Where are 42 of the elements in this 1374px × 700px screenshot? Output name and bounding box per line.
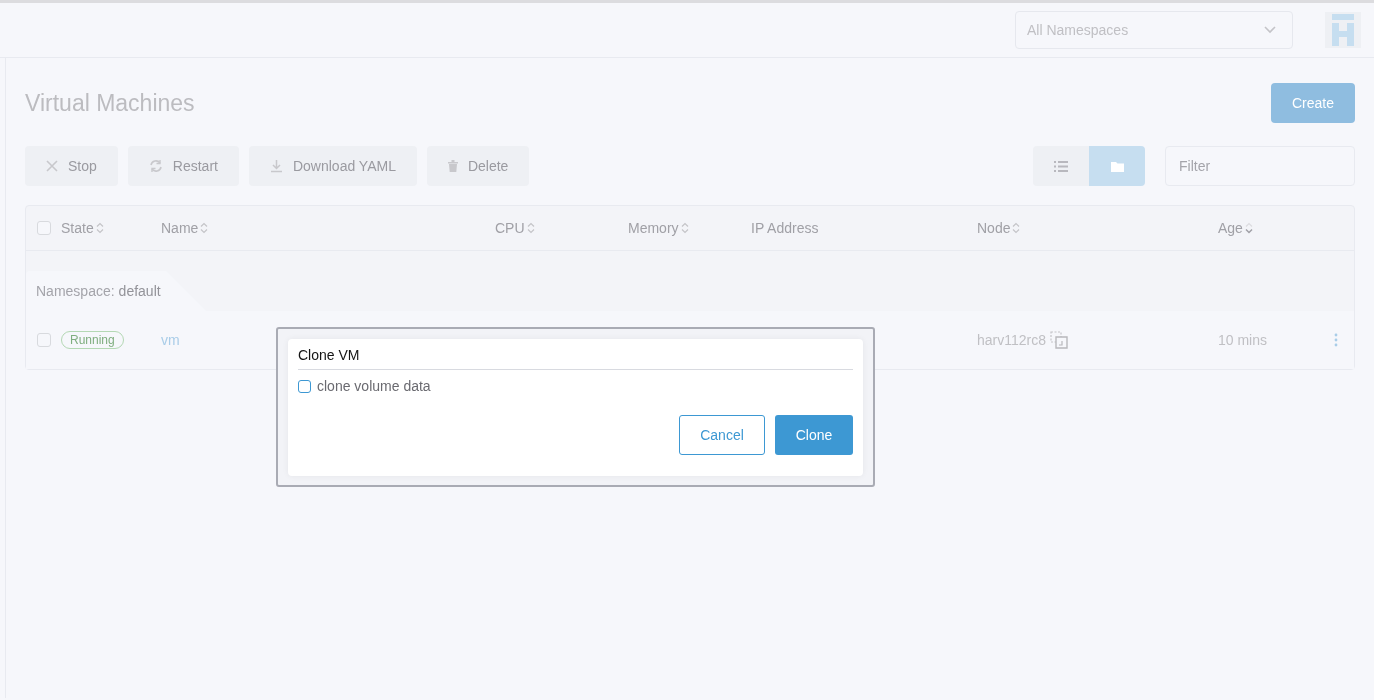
checkbox[interactable] bbox=[298, 379, 311, 393]
close-icon bbox=[46, 160, 58, 172]
view-toggle[interactable] bbox=[1089, 146, 1145, 186]
column-header[interactable]: Age bbox=[1218, 220, 1253, 236]
sort-icon bbox=[1012, 222, 1021, 234]
more-icon[interactable] bbox=[1334, 333, 1338, 347]
logo-icon[interactable] bbox=[1325, 12, 1361, 48]
trash-icon bbox=[447, 160, 458, 172]
create-button[interactable]: Create bbox=[1271, 83, 1355, 123]
sort-icon bbox=[200, 222, 209, 234]
copy-icon[interactable] bbox=[1050, 331, 1068, 349]
row-checkbox[interactable] bbox=[37, 333, 51, 347]
checkbox-label[interactable]: clone volume data bbox=[317, 378, 431, 394]
column-header[interactable]: Node bbox=[977, 220, 1021, 236]
group-name: default bbox=[118, 283, 161, 299]
sort-icon bbox=[95, 222, 104, 234]
clone-button[interactable]: Clone bbox=[775, 415, 853, 455]
sort-desc-icon bbox=[1244, 222, 1253, 234]
list-icon bbox=[1054, 160, 1068, 172]
filter-field[interactable]: Filter bbox=[1165, 146, 1355, 186]
download-icon bbox=[269, 159, 283, 173]
cancel-button[interactable]: Cancel bbox=[679, 415, 765, 455]
select-all-checkbox[interactable] bbox=[37, 221, 51, 235]
refresh-icon bbox=[148, 159, 163, 173]
sort-icon bbox=[526, 222, 535, 234]
column-header[interactable]: Memory bbox=[628, 220, 689, 236]
chevron-down-icon bbox=[1264, 26, 1276, 34]
action-button[interactable]: Download YAML bbox=[248, 146, 417, 186]
dialog-title: Clone VM bbox=[298, 347, 853, 370]
column-header[interactable]: CPU bbox=[495, 220, 535, 236]
view-toggle[interactable] bbox=[1033, 146, 1089, 186]
sort-icon bbox=[680, 222, 689, 234]
action-button[interactable]: Delete bbox=[426, 146, 530, 186]
vm-link[interactable]: vm bbox=[161, 332, 180, 348]
column-header[interactable]: IP Address bbox=[751, 220, 819, 236]
page-title: Virtual Machines bbox=[25, 89, 195, 117]
group-label: Namespace: bbox=[36, 283, 115, 299]
column-header[interactable]: Name bbox=[161, 220, 209, 236]
folder-icon bbox=[1110, 160, 1124, 172]
column-header[interactable]: State bbox=[61, 220, 104, 236]
action-button[interactable]: Restart bbox=[127, 146, 239, 186]
action-button[interactable]: Stop bbox=[25, 146, 118, 186]
